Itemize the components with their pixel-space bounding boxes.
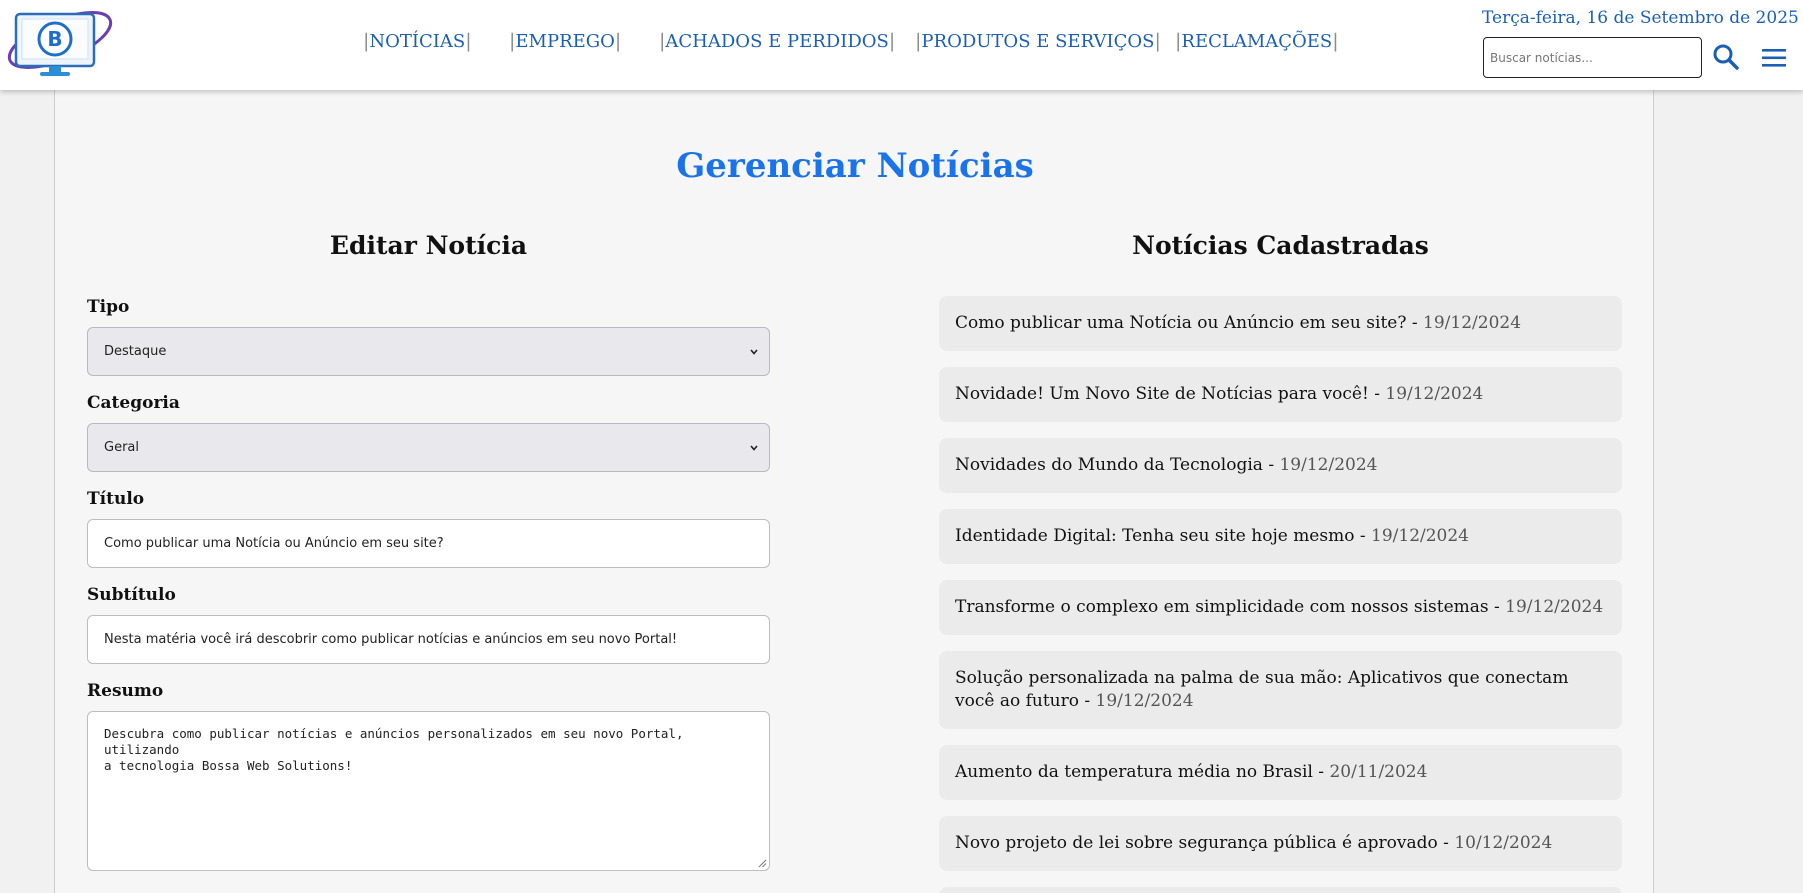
list-title: Notícias Cadastradas [1132, 231, 1429, 260]
news-date: 19/12/2024 [1385, 384, 1484, 404]
nav-item-achados-e-perdidos[interactable]: |ACHADOS E PERDIDOS| [659, 30, 895, 52]
news-date: 19/12/2024 [1423, 313, 1522, 333]
tipo-value: Destaque [104, 344, 167, 359]
titulo-label: Título [87, 489, 145, 509]
news-list-item[interactable]: Identidade Digital: Tenha seu site hoje … [939, 509, 1622, 564]
news-list-item[interactable]: Novo projeto de lei sobre segurança públ… [939, 816, 1622, 871]
resumo-text: Descubra como publicar notícias e anúnci… [104, 726, 684, 773]
search-icon[interactable] [1712, 43, 1740, 71]
news-list-item[interactable]: Novidades do Mundo da Tecnologia - 19/12… [939, 438, 1622, 493]
resumo-textarea[interactable]: Descubra como publicar notícias e anúnci… [87, 711, 770, 871]
news-list-item[interactable]: Aumento da temperatura média no Brasil -… [939, 745, 1622, 800]
titulo-input[interactable]: Como publicar uma Notícia ou Anúncio em … [87, 519, 770, 568]
news-list-item[interactable]: Como publicar uma Notícia ou Anúncio em … [939, 296, 1622, 351]
news-date: 19/12/2024 [1371, 526, 1469, 546]
news-list-item[interactable]: Transforme o complexo em simplicidade co… [939, 580, 1622, 635]
chevron-down-icon [750, 444, 758, 451]
tipo-label: Tipo [87, 297, 130, 317]
nav-item-produtos-e-servicos[interactable]: |PRODUTOS E SERVIÇOS| [915, 30, 1161, 52]
tipo-select[interactable]: Destaque [87, 327, 770, 376]
subtitulo-input[interactable]: Nesta matéria você irá descobrir como pu… [87, 615, 770, 664]
form-title: Editar Notícia [329, 231, 528, 260]
news-date: 10/12/2024 [1454, 833, 1553, 853]
page-title: Gerenciar Notícias [676, 146, 1034, 186]
categoria-label: Categoria [87, 393, 180, 413]
nav-item-reclamacoes[interactable]: |RECLAMAÇÕES| [1175, 30, 1339, 52]
subtitulo-label: Subtítulo [87, 585, 176, 605]
news-date: 19/12/2024 [1095, 691, 1194, 711]
logo[interactable]: B [2, 6, 114, 78]
resumo-label: Resumo [87, 681, 164, 701]
current-date: Terça-feira, 16 de Setembro de 2025 [1482, 8, 1799, 28]
nav-item-noticias[interactable]: |NOTÍCIAS| [363, 30, 472, 52]
news-date: 19/12/2024 [1279, 455, 1378, 475]
main-panel: Gerenciar Notícias Editar Notícia Tipo D… [54, 90, 1654, 893]
resize-grip-icon[interactable] [757, 858, 767, 868]
categoria-select[interactable]: Geral [87, 423, 770, 472]
search-input[interactable] [1483, 37, 1702, 78]
site-header: B |NOTÍCIAS| |EMPREGO| |ACHADOS E PERDID… [0, 0, 1803, 90]
news-date: 20/11/2024 [1329, 762, 1428, 782]
news-list-item[interactable]: Solução personalizada na palma de sua mã… [939, 651, 1622, 729]
news-date: 19/12/2024 [1505, 597, 1604, 617]
news-list-item[interactable] [939, 887, 1622, 893]
logo-letter: B [47, 27, 62, 51]
hamburger-menu-icon[interactable] [1760, 44, 1788, 72]
news-list-item[interactable]: Novidade! Um Novo Site de Notícias para … [939, 367, 1622, 422]
chevron-down-icon [750, 348, 758, 355]
categoria-value: Geral [104, 440, 139, 455]
nav-item-emprego[interactable]: |EMPREGO| [509, 30, 621, 52]
